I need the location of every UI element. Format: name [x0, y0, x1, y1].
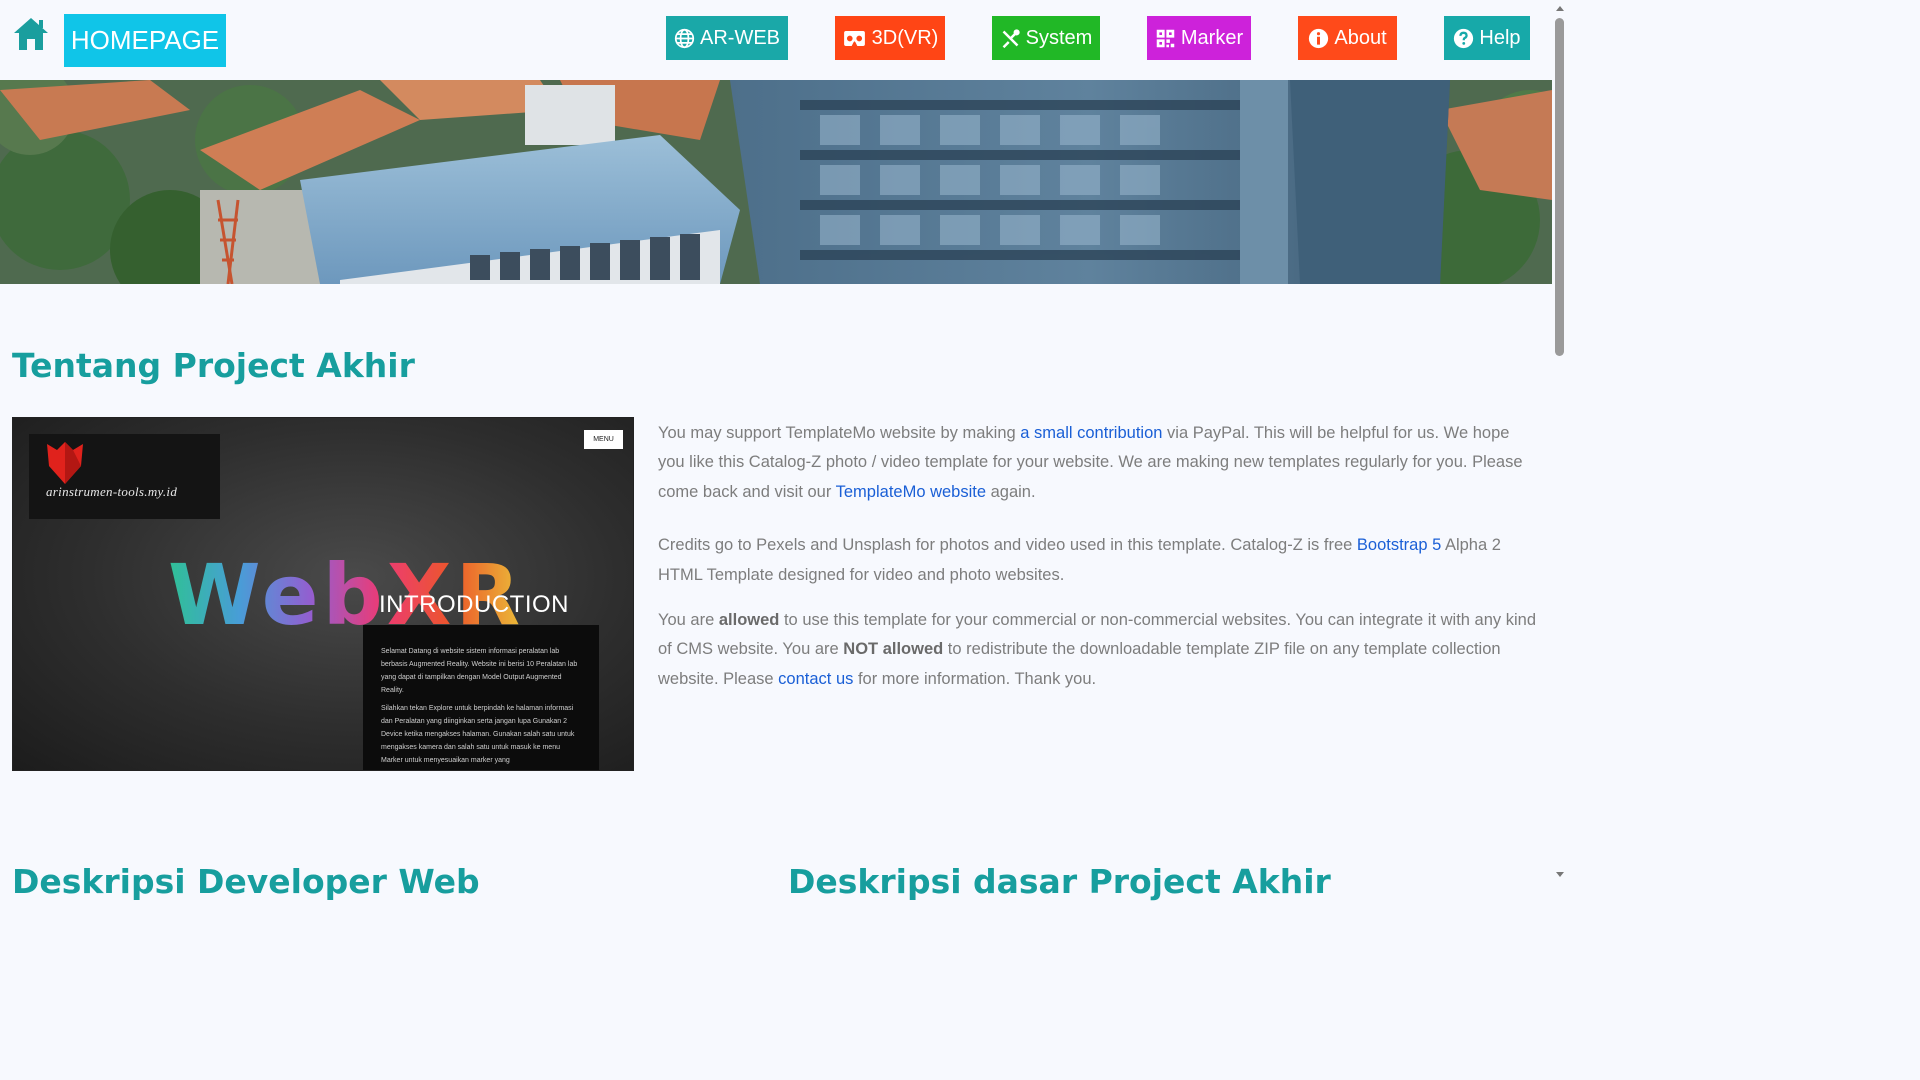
scroll-down-arrow-icon[interactable]	[1556, 872, 1564, 877]
system-button[interactable]: System	[992, 16, 1100, 60]
navbar: HOMEPAGE AR-WEB 3D(VR) System Marker Abo…	[0, 0, 1552, 80]
globe-icon	[674, 28, 695, 48]
vr-button[interactable]: 3D(VR)	[835, 16, 945, 60]
paragraph-support: You may support TemplateMo website by ma…	[658, 419, 1538, 507]
text: Credits go to Pexels and Unsplash for ph…	[658, 536, 1357, 555]
about-button[interactable]: About	[1298, 16, 1397, 60]
preview-logo-box: arinstrumen-tools.my.id	[29, 434, 220, 519]
red-shield-logo-icon	[47, 442, 83, 484]
help-button[interactable]: Help	[1444, 16, 1530, 60]
paragraph-credits: Credits go to Pexels and Unsplash for ph…	[658, 531, 1538, 590]
tools-icon	[1002, 28, 1020, 48]
vr-headset-icon	[843, 30, 865, 46]
text: again.	[986, 482, 1036, 501]
preview-intro-paragraph: Silahkan tekan Explore untuk berpindah k…	[381, 705, 575, 764]
help-label: Help	[1479, 27, 1521, 49]
home-icon[interactable]	[12, 16, 50, 52]
small-contribution-link[interactable]: a small contribution	[1020, 424, 1162, 442]
system-label: System	[1025, 27, 1093, 49]
preview-intro-title: INTRODUCTION	[379, 591, 569, 618]
bold-text: NOT allowed	[843, 640, 944, 659]
marker-button[interactable]: Marker	[1147, 16, 1251, 60]
templatemo-website-link[interactable]: TemplateMo website	[836, 483, 986, 501]
hero-banner	[0, 80, 1552, 284]
question-icon	[1454, 28, 1474, 48]
marker-label: Marker	[1180, 27, 1244, 49]
preview-intro-box: Selamat Datang di website sistem informa…	[363, 625, 599, 770]
preview-intro-paragraph: Selamat Datang di website sistem informa…	[381, 648, 578, 694]
paragraph-license: You are allowed to use this template for…	[658, 606, 1538, 694]
info-icon	[1309, 28, 1329, 48]
ar-web-label: AR-WEB	[700, 27, 780, 49]
scrollbar-thumb[interactable]	[1555, 18, 1564, 356]
website-preview-image: arinstrumen-tools.my.id MENU WebXR INTRO…	[12, 417, 634, 771]
campus-aerial-image	[0, 80, 1552, 284]
homepage-brand[interactable]: HOMEPAGE	[64, 14, 226, 67]
ar-web-button[interactable]: AR-WEB	[666, 16, 788, 60]
bootstrap-link[interactable]: Bootstrap 5	[1357, 536, 1441, 554]
vr-label: 3D(VR)	[871, 27, 939, 49]
bold-text: allowed	[718, 611, 780, 630]
scroll-up-arrow-icon[interactable]	[1556, 6, 1564, 11]
section-title: Tentang Project Akhir	[12, 346, 415, 385]
contact-us-link[interactable]: contact us	[778, 670, 853, 688]
qr-code-icon	[1156, 29, 1175, 47]
preview-menu-button: MENU	[584, 430, 623, 449]
text: You may support TemplateMo website by ma…	[658, 424, 1021, 442]
text: for more information. Thank you.	[853, 669, 1097, 688]
preview-logo-text: arinstrumen-tools.my.id	[46, 484, 178, 499]
about-text: You may support TemplateMo website by ma…	[658, 419, 1538, 710]
about-label: About	[1334, 27, 1387, 49]
project-description-title: Deskripsi dasar Project Akhir	[788, 862, 1331, 901]
text: You are	[658, 611, 719, 630]
developer-description-title: Deskripsi Developer Web	[12, 862, 480, 901]
